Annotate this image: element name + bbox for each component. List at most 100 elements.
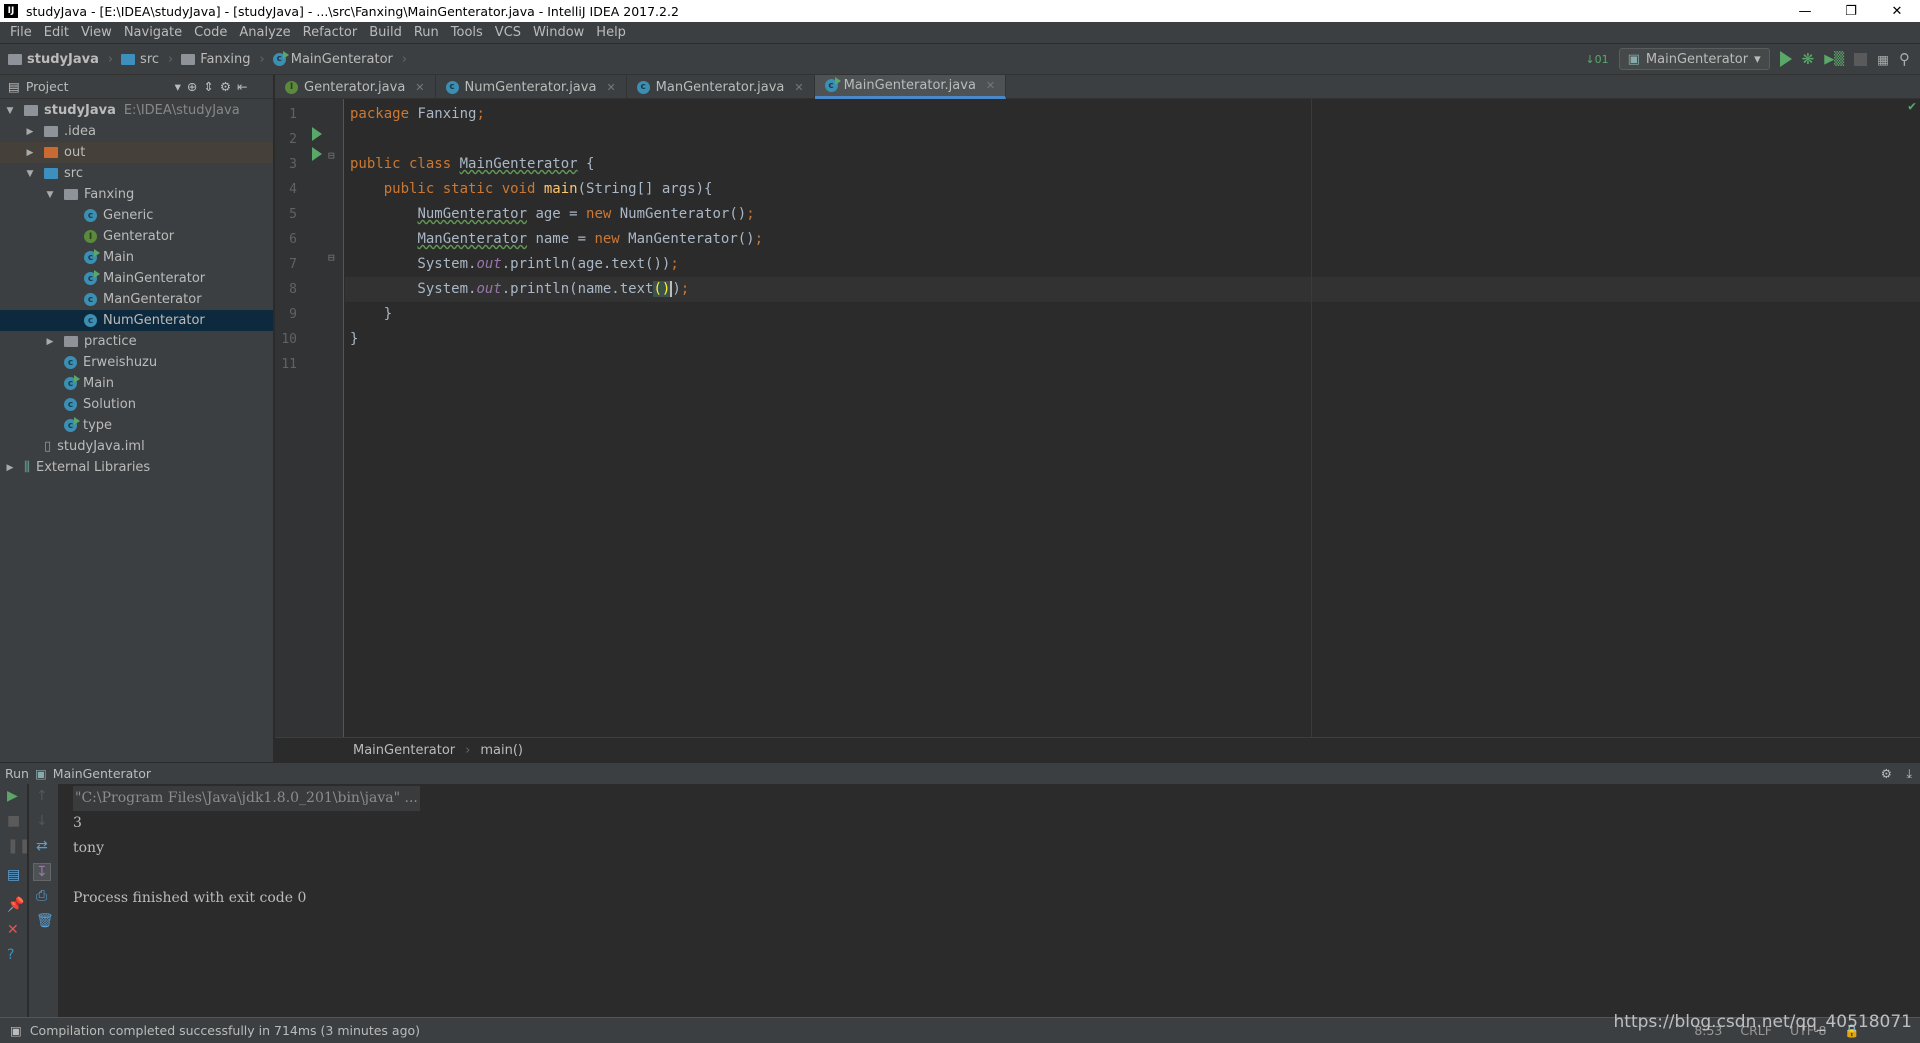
menu-tools[interactable]: Tools <box>445 25 489 40</box>
fold-icon[interactable]: ⊟ <box>328 149 335 162</box>
collapsed-arrow-icon[interactable]: ▶ <box>24 148 36 158</box>
console-output[interactable]: "C:\Program Files\Java\jdk1.8.0_201\bin\… <box>73 786 420 911</box>
rerun-icon[interactable]: ▶ <box>7 788 18 804</box>
tree-item-label: Erweishuzu <box>83 355 158 370</box>
tree-item[interactable]: I Genterator <box>0 226 273 247</box>
close-icon[interactable]: ✕ <box>986 79 995 92</box>
print-icon[interactable]: ⎙ <box>36 888 47 904</box>
project-structure-icon[interactable]: ▦ <box>1877 52 1889 67</box>
close-icon[interactable]: ✕ <box>415 81 424 94</box>
minimize-button[interactable]: — <box>1782 0 1828 22</box>
project-view-select[interactable]: Project <box>26 79 69 94</box>
menu-window[interactable]: Window <box>527 25 590 40</box>
menu-edit[interactable]: Edit <box>38 25 75 40</box>
tree-item-label: ManGenterator <box>103 292 202 307</box>
chevron-down-icon[interactable]: ▾ <box>175 79 181 94</box>
collapsed-arrow-icon[interactable]: ▶ <box>44 337 56 347</box>
collapse-icon[interactable]: ⇕ <box>203 79 213 94</box>
menu-vcs[interactable]: VCS <box>489 25 527 40</box>
status-message: Compilation completed successfully in 71… <box>29 1023 421 1038</box>
tree-item[interactable]: ▶ .idea <box>0 121 273 142</box>
layout-icon[interactable]: ▤ <box>7 867 20 883</box>
tree-item[interactable]: ▼ Fanxing <box>0 184 273 205</box>
tree-item[interactable]: c Main <box>0 373 273 394</box>
menu-refactor[interactable]: Refactor <box>297 25 364 40</box>
up-icon[interactable]: ↑ <box>36 788 48 804</box>
tree-item[interactable]: ▶ out <box>0 142 273 163</box>
menu-code[interactable]: Code <box>188 25 233 40</box>
stop-icon[interactable] <box>1854 52 1868 66</box>
crumb-package[interactable]: Fanxing › <box>181 52 265 67</box>
gear-icon[interactable]: ⚙ <box>220 79 231 94</box>
menu-analyze[interactable]: Analyze <box>233 25 296 40</box>
stop-icon[interactable]: ■ <box>7 813 20 829</box>
run-title: Run <box>5 766 29 781</box>
gear-icon[interactable]: ⚙ <box>1881 766 1892 781</box>
breadcrumb-method[interactable]: main() <box>480 743 523 758</box>
debug-icon[interactable]: ❋ <box>1802 50 1815 68</box>
expanded-arrow-icon[interactable]: ▼ <box>44 190 56 200</box>
code-editor[interactable]: ⊟ ⊟ 1 2 3 4 5 6 7 8 9 10 11 package Fanxing; publi… <box>275 99 1920 737</box>
menu-build[interactable]: Build <box>363 25 408 40</box>
close-button[interactable]: ✕ <box>1874 0 1920 22</box>
crumb-class[interactable]: c MainGenterator › <box>272 50 407 67</box>
collapsed-arrow-icon[interactable]: ▶ <box>24 127 36 137</box>
tree-item[interactable]: c Generic <box>0 205 273 226</box>
tree-item[interactable]: ▼ studyJava E:\IDEA\studyJava <box>0 100 273 121</box>
line-number: 8 <box>289 282 297 297</box>
tree-item[interactable]: ▶ practice <box>0 331 273 352</box>
breadcrumb-class[interactable]: MainGenterator <box>353 743 455 758</box>
toggle-tool-windows-icon[interactable]: ▣ <box>10 1023 22 1038</box>
tree-item-label: Genterator <box>103 229 175 244</box>
tab-numgenterator[interactable]: c NumGenterator.java ✕ <box>436 75 627 99</box>
pin-icon[interactable]: 📌 <box>7 897 24 913</box>
tree-item[interactable]: ▶ ⫼ External Libraries <box>0 457 273 478</box>
scroll-to-end-icon[interactable]: ↧ <box>33 863 51 881</box>
close-icon[interactable]: ✕ <box>7 922 19 938</box>
close-icon[interactable]: ✕ <box>606 81 615 94</box>
run-config-tab[interactable]: MainGenterator <box>53 766 151 781</box>
tab-genterator[interactable]: I Genterator.java ✕ <box>275 75 436 99</box>
tree-item[interactable]: c type <box>0 415 273 436</box>
menu-navigate[interactable]: Navigate <box>118 25 188 40</box>
tree-item[interactable]: c Main <box>0 247 273 268</box>
crumb-project[interactable]: studyJava › <box>8 52 113 67</box>
collapsed-arrow-icon[interactable]: ▶ <box>4 463 16 473</box>
run-icon[interactable] <box>1779 51 1792 67</box>
run-main-icon[interactable] <box>312 147 322 161</box>
menu-file[interactable]: File <box>4 25 38 40</box>
soft-wrap-icon[interactable]: ⇄ <box>36 838 48 854</box>
tree-item[interactable]: ▼ src <box>0 163 273 184</box>
expanded-arrow-icon[interactable]: ▼ <box>24 169 36 179</box>
menu-view[interactable]: View <box>75 25 118 40</box>
pause-icon[interactable]: ❚❚ <box>7 838 30 854</box>
build-icon[interactable]: ↓01 <box>1585 53 1608 66</box>
expanded-arrow-icon[interactable]: ▼ <box>4 106 16 116</box>
down-icon[interactable]: ↓ <box>36 813 48 829</box>
tab-mangenterator[interactable]: c ManGenterator.java ✕ <box>627 75 815 99</box>
fold-icon[interactable]: ⊟ <box>328 251 335 264</box>
run-class-icon[interactable] <box>312 127 322 141</box>
close-icon[interactable]: ✕ <box>794 81 803 94</box>
restore-button[interactable]: ❐ <box>1828 0 1874 22</box>
tree-item[interactable]: c Erweishuzu <box>0 352 273 373</box>
libraries-icon: ⫼ <box>24 460 30 475</box>
tree-item[interactable]: c Solution <box>0 394 273 415</box>
locate-icon[interactable]: ⊕ <box>187 79 197 94</box>
menu-run[interactable]: Run <box>408 25 445 40</box>
help-icon[interactable]: ? <box>7 947 14 963</box>
tree-item[interactable]: c MainGenterator <box>0 268 273 289</box>
menu-help[interactable]: Help <box>590 25 632 40</box>
tree-item[interactable]: ▯ studyJava.iml <box>0 436 273 457</box>
coverage-icon[interactable]: ▶▒ <box>1824 52 1844 67</box>
hide-panel-icon[interactable]: ⤓ <box>1906 766 1912 782</box>
search-icon[interactable]: ⚲ <box>1899 50 1910 68</box>
tree-item[interactable]: c NumGenterator <box>0 310 273 331</box>
crumb-src[interactable]: src › <box>121 52 173 67</box>
trash-icon[interactable]: 🗑 <box>36 913 54 929</box>
tree-item[interactable]: c ManGenterator <box>0 289 273 310</box>
run-config-select[interactable]: ▣ MainGenterator ▾ <box>1618 48 1770 70</box>
hide-icon[interactable]: ⇤ <box>237 79 247 94</box>
tab-maingenterator[interactable]: c MainGenterator.java ✕ <box>814 75 1007 99</box>
